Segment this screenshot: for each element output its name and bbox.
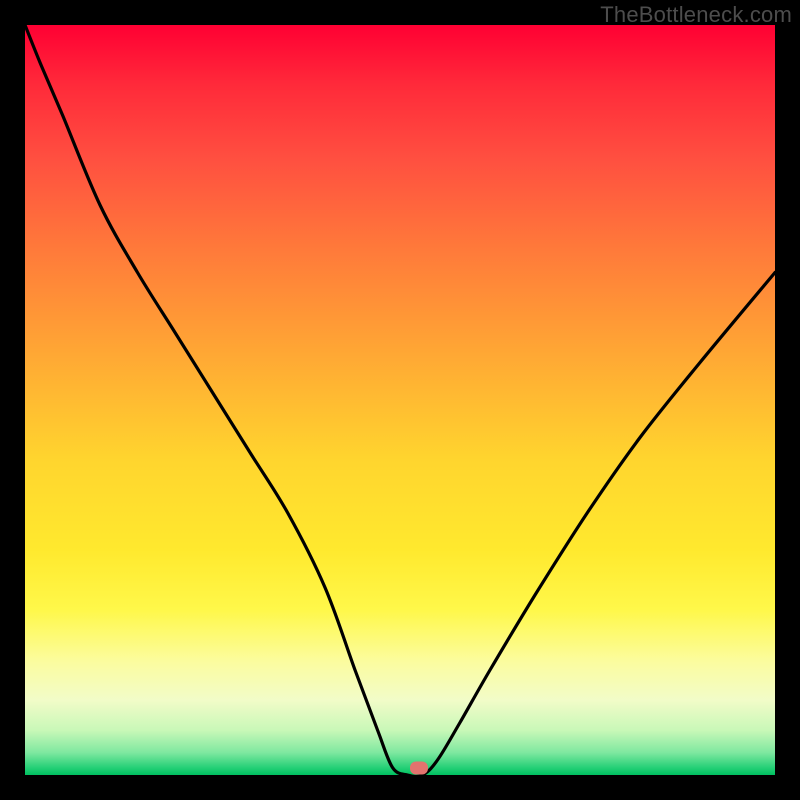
plot-area xyxy=(25,25,775,775)
optimum-marker xyxy=(410,761,428,774)
bottleneck-curve xyxy=(25,25,775,775)
chart-frame: TheBottleneck.com xyxy=(0,0,800,800)
